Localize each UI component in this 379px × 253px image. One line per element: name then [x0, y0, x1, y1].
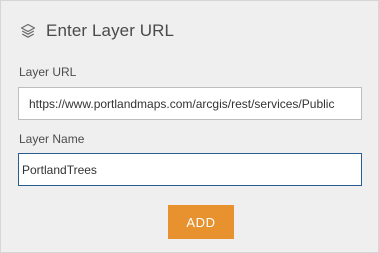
panel-title: Enter Layer URL [46, 21, 175, 40]
layers-icon [19, 22, 37, 40]
panel-header: Enter Layer URL [19, 19, 174, 43]
add-button[interactable]: ADD [168, 205, 234, 239]
layer-url-input[interactable] [18, 87, 362, 120]
layer-name-input[interactable] [18, 153, 362, 186]
layer-name-label: Layer Name [19, 132, 85, 146]
add-layer-panel: Enter Layer URL Layer URL Layer Name ADD [0, 0, 379, 253]
layer-url-label: Layer URL [19, 65, 77, 79]
